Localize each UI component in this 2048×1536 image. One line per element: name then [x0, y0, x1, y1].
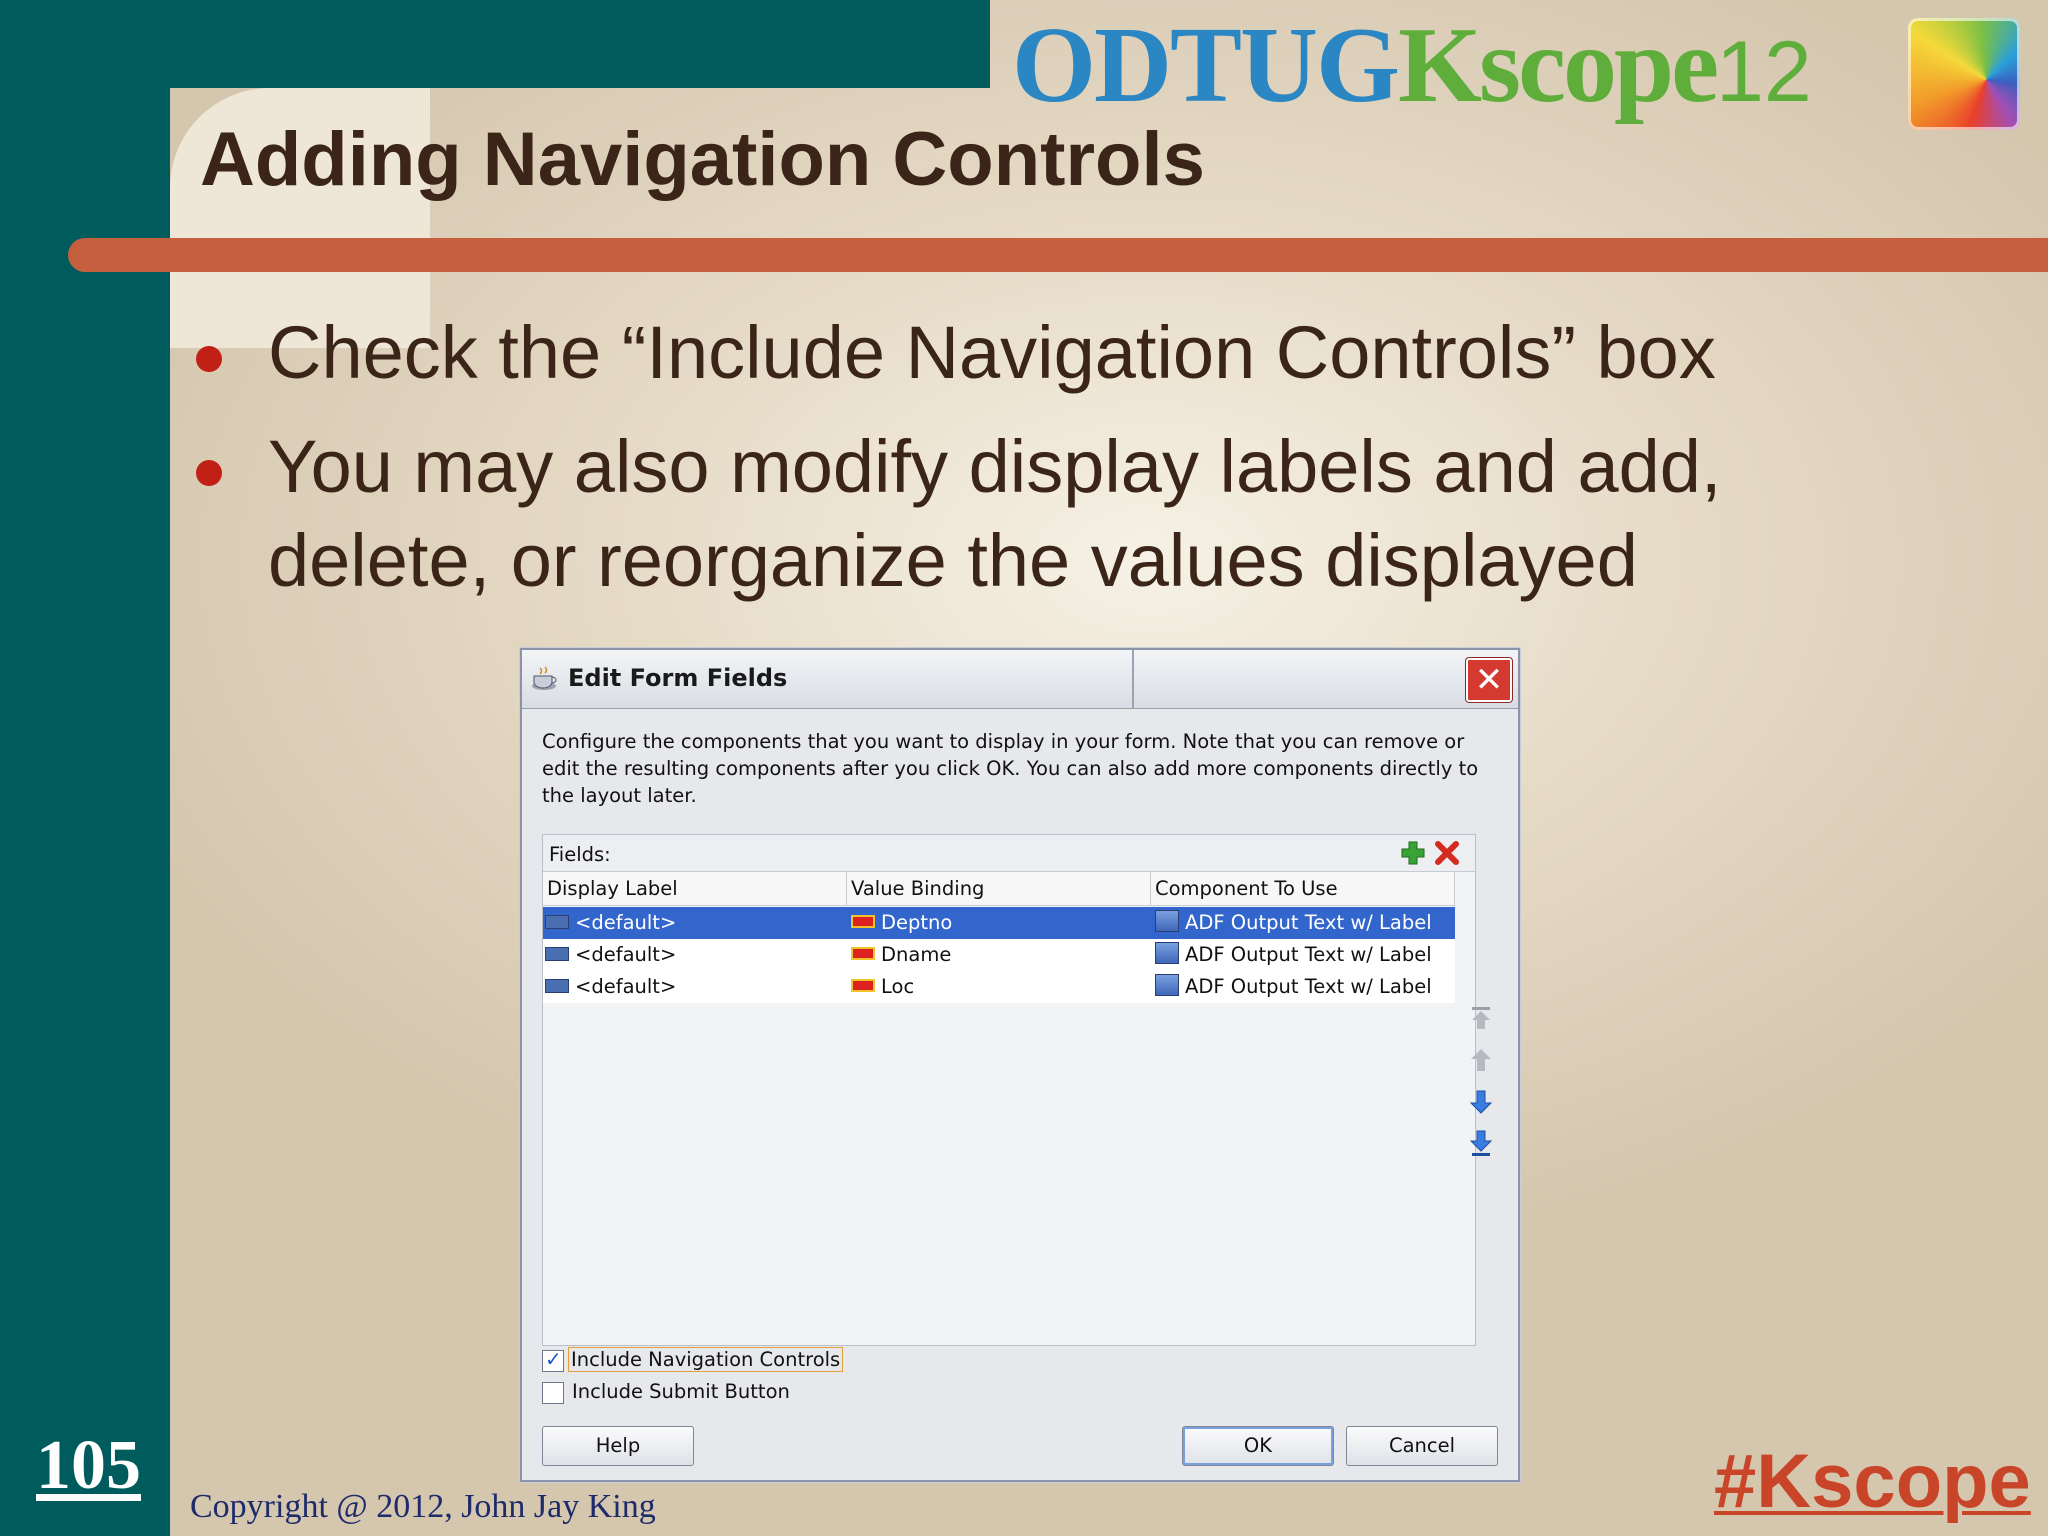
delete-icon[interactable] [1433, 839, 1461, 867]
move-top-icon[interactable] [1468, 1004, 1494, 1032]
cell-display-label[interactable]: <default> [543, 939, 676, 971]
bullet-2-line-2: delete, or reorganize the values display… [268, 519, 1638, 602]
cell-component[interactable]: ADF Output Text w/ Label [1153, 971, 1432, 1003]
hashtag: #Kscope [1714, 1439, 2031, 1524]
top-band [0, 0, 990, 88]
fields-table: Fields: Display Label Value Binding Comp… [542, 834, 1476, 1346]
conference-logo: ODTUGKscope12 [1012, 4, 1812, 125]
text-field-icon [545, 914, 569, 929]
column-header-display-label[interactable]: Display Label [543, 872, 847, 906]
cell-component[interactable]: ADF Output Text w/ Label [1153, 939, 1432, 971]
cell-value-binding[interactable]: Loc [847, 971, 914, 1003]
row-binding: Loc [881, 975, 915, 998]
table-row[interactable]: <default> Dname ADF Output Text w/ Label [543, 939, 1455, 971]
add-icon[interactable] [1399, 839, 1427, 867]
include-submit-button-checkbox[interactable] [542, 1382, 564, 1404]
dialog-description: Configure the components that you want t… [542, 730, 1479, 807]
row-component: ADF Output Text w/ Label [1185, 975, 1432, 998]
cell-value-binding[interactable]: Deptno [847, 907, 952, 939]
move-bottom-icon[interactable] [1468, 1130, 1494, 1158]
row-binding: Dname [881, 943, 952, 966]
bullet-1-text: Check the “Include Navigation Controls” … [268, 311, 1716, 394]
logo-year: 12 [1716, 24, 1812, 120]
move-down-icon[interactable] [1468, 1088, 1494, 1116]
dialog-title: Edit Form Fields [568, 664, 788, 692]
cell-value-binding[interactable]: Dname [847, 939, 951, 971]
table-row[interactable]: <default> Loc ADF Output Text w/ Label [543, 971, 1455, 1003]
help-button[interactable]: Help [542, 1426, 694, 1466]
attribute-icon [851, 915, 875, 928]
include-submit-button-label[interactable]: Include Submit Button [572, 1380, 790, 1403]
row-component: ADF Output Text w/ Label [1185, 943, 1432, 966]
titlebar-divider [1132, 650, 1134, 708]
table-row[interactable]: <default> Deptno ADF Output Text w/ Labe… [543, 907, 1455, 939]
row-label: <default> [575, 943, 677, 966]
row-binding: Deptno [881, 911, 953, 934]
slide-title: Adding Navigation Controls [200, 117, 1205, 202]
text-field-icon [545, 978, 569, 993]
title-rule [68, 238, 2048, 272]
text-field-icon [545, 946, 569, 961]
cell-display-label[interactable]: <default> [543, 971, 676, 1003]
left-band [0, 0, 170, 1536]
logo-burst-icon [1908, 18, 2020, 130]
component-icon [1155, 909, 1179, 932]
close-icon[interactable]: ✕ [1466, 658, 1512, 702]
edit-form-fields-dialog: Edit Form Fields ✕ Configure the compone… [520, 648, 1520, 1482]
row-label: <default> [575, 975, 677, 998]
attribute-icon [851, 947, 875, 960]
cell-component[interactable]: ADF Output Text w/ Label [1153, 907, 1432, 939]
logo-odtug: ODTUG [1012, 6, 1400, 125]
include-navigation-controls-label[interactable]: Include Navigation Controls [568, 1347, 844, 1372]
coffee-cup-icon [532, 666, 557, 690]
attribute-icon [851, 979, 875, 992]
row-label: <default> [575, 911, 677, 934]
bullet-dot-icon [196, 346, 222, 372]
dialog-titlebar[interactable]: Edit Form Fields ✕ [522, 650, 1518, 709]
fields-header: Fields: [543, 835, 1475, 872]
column-header-value-binding[interactable]: Value Binding [847, 872, 1151, 906]
slide: ODTUGKscope12 Adding Navigation Controls… [0, 0, 2048, 1536]
bullet-2-line-1: You may also modify display labels and a… [268, 425, 1722, 508]
ok-button[interactable]: OK [1182, 1426, 1334, 1466]
bullet-dot-icon [196, 460, 222, 486]
cancel-button[interactable]: Cancel [1346, 1426, 1498, 1466]
cell-display-label[interactable]: <default> [543, 907, 676, 939]
logo-kscope: Kscope [1398, 6, 1719, 125]
fields-label: Fields: [549, 843, 611, 866]
page-number: 105 [36, 1427, 141, 1504]
column-header-component[interactable]: Component To Use [1151, 872, 1455, 906]
copyright: Copyright @ 2012, John Jay King [190, 1488, 656, 1525]
include-navigation-controls-checkbox[interactable] [542, 1347, 564, 1372]
component-icon [1155, 941, 1179, 964]
row-component: ADF Output Text w/ Label [1185, 911, 1432, 934]
component-icon [1155, 973, 1179, 996]
move-up-icon[interactable] [1468, 1046, 1494, 1074]
